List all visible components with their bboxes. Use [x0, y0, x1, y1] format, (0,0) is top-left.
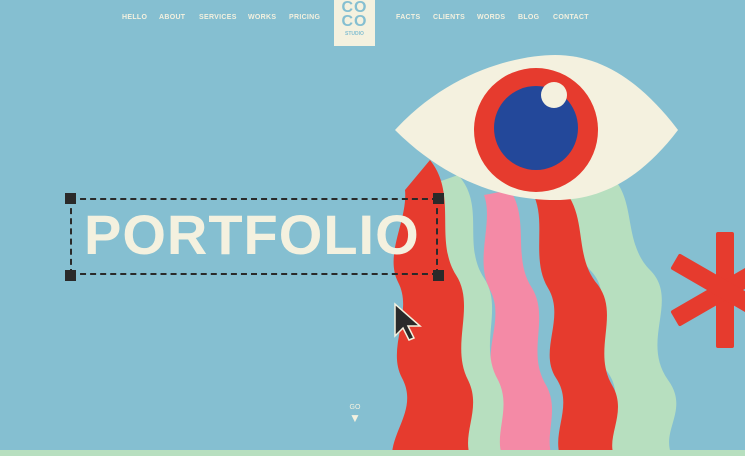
top-nav: HELLO ABOUT SERVICES WORKS PRICING CO CO…	[0, 0, 745, 46]
down-arrow-icon: ▼	[349, 411, 361, 425]
nav-hello[interactable]: HELLO	[122, 14, 147, 21]
resize-handle-bottom-left[interactable]	[65, 270, 76, 281]
nav-works[interactable]: WORKS	[248, 14, 276, 21]
resize-handle-bottom-right[interactable]	[433, 270, 444, 281]
scroll-down-button[interactable]: GO ▼	[343, 404, 367, 424]
hero-title: PORTFOLIO	[84, 203, 420, 266]
scroll-label: GO	[349, 404, 361, 411]
nav-facts[interactable]: FACTS	[396, 14, 420, 21]
mouse-cursor-icon	[394, 302, 422, 341]
logo[interactable]: CO CO STUDIO	[334, 0, 375, 46]
nav-words[interactable]: WORDS	[477, 14, 505, 21]
logo-line-2: CO	[341, 13, 368, 30]
nav-clients[interactable]: CLIENTS	[433, 14, 465, 21]
nav-blog[interactable]: BLOG	[518, 14, 539, 21]
nav-pricing[interactable]: PRICING	[289, 14, 320, 21]
logo-line-3: STUDIO	[345, 31, 364, 37]
bottom-strip	[0, 450, 745, 456]
red-asterisk	[671, 232, 745, 348]
nav-services[interactable]: SERVICES	[199, 14, 237, 21]
resize-handle-top-left[interactable]	[65, 193, 76, 204]
eye-highlight	[541, 82, 567, 108]
nav-about[interactable]: ABOUT	[159, 14, 185, 21]
resize-handle-top-right[interactable]	[433, 193, 444, 204]
nav-contact[interactable]: CONTACT	[553, 14, 589, 21]
